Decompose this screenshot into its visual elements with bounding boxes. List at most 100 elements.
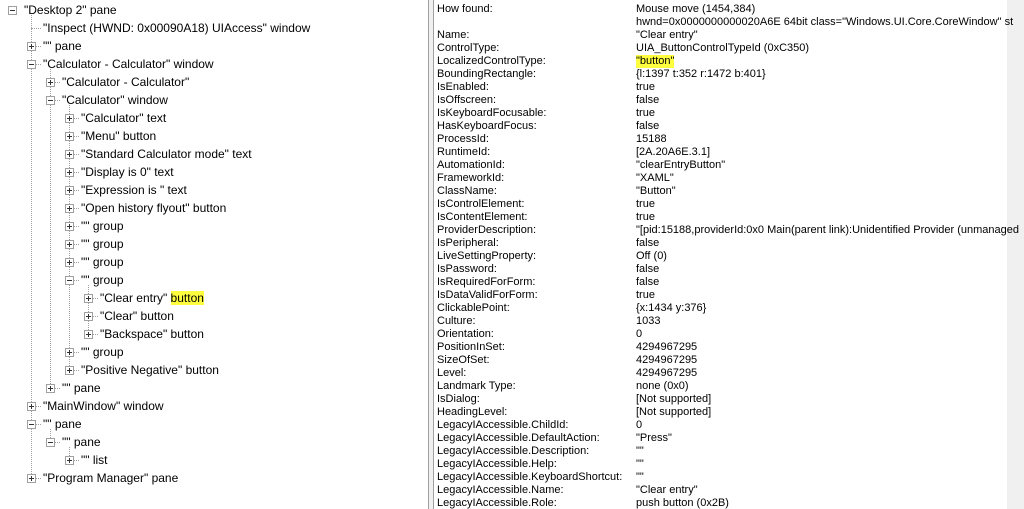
property-row[interactable]: IsControlElement: true bbox=[437, 198, 1007, 211]
property-row[interactable]: ClickablePoint: {x:1434 y:376} bbox=[437, 302, 1007, 315]
expand-icon[interactable] bbox=[27, 42, 36, 51]
tree-node[interactable]: "" group bbox=[0, 217, 428, 235]
collapse-icon[interactable] bbox=[46, 96, 55, 105]
tree-node[interactable]: "Calculator - Calculator" window bbox=[0, 55, 428, 73]
tree-node[interactable]: "Clear" button bbox=[0, 307, 428, 325]
property-row[interactable]: IsPassword: false bbox=[437, 263, 1007, 276]
tree-node[interactable]: "Clear entry" button bbox=[0, 289, 428, 307]
tree-node[interactable]: "" group bbox=[0, 343, 428, 361]
property-row[interactable]: RuntimeId: [2A.20A6E.3.1] bbox=[437, 146, 1007, 159]
tree-node[interactable]: "Backspace" button bbox=[0, 325, 428, 343]
expand-icon[interactable] bbox=[65, 456, 74, 465]
property-row[interactable]: ProcessId: 15188 bbox=[437, 133, 1007, 146]
property-row[interactable]: LocalizedControlType: "button" bbox=[437, 55, 1007, 68]
expand-icon[interactable] bbox=[84, 330, 93, 339]
collapse-icon[interactable] bbox=[27, 60, 36, 69]
tree-node[interactable]: "Positive Negative" button bbox=[0, 361, 428, 379]
properties-panel[interactable]: How found: Mouse move (1454,384) hwnd=0x00… bbox=[434, 0, 1024, 509]
expand-icon[interactable] bbox=[84, 312, 93, 321]
tree-node-label: "Clear entry" button bbox=[100, 291, 204, 305]
property-row[interactable]: LiveSettingProperty: Off (0) bbox=[437, 250, 1007, 263]
tree-node[interactable]: "Calculator" window bbox=[0, 91, 428, 109]
property-row[interactable]: HeadingLevel: [Not supported] bbox=[437, 406, 1007, 419]
property-row[interactable]: IsOffscreen: false bbox=[437, 94, 1007, 107]
expand-icon[interactable] bbox=[65, 168, 74, 177]
property-row[interactable]: IsDataValidForForm: true bbox=[437, 289, 1007, 302]
vertical-scrollbar[interactable] bbox=[1007, 0, 1024, 509]
tree-node[interactable]: "" pane bbox=[0, 415, 428, 433]
tree-node[interactable]: "Program Manager" pane bbox=[0, 469, 428, 487]
expand-icon[interactable] bbox=[65, 258, 74, 267]
expand-icon[interactable] bbox=[65, 114, 74, 123]
tree-node[interactable]: "Expression is " text bbox=[0, 181, 428, 199]
tree-node[interactable]: "Inspect (HWND: 0x00090A18) UIAccess" wi… bbox=[0, 19, 428, 37]
collapse-icon[interactable] bbox=[46, 438, 55, 447]
property-row[interactable]: LegacyIAccessible.ChildId: 0 bbox=[437, 419, 1007, 432]
property-row[interactable]: AutomationId: "clearEntryButton" bbox=[437, 159, 1007, 172]
expand-icon[interactable] bbox=[65, 222, 74, 231]
property-row[interactable]: SizeOfSet: 4294967295 bbox=[437, 354, 1007, 367]
tree-node[interactable]: "" pane bbox=[0, 379, 428, 397]
property-row[interactable]: LegacyIAccessible.DefaultAction: "Press" bbox=[437, 432, 1007, 445]
property-row[interactable]: IsPeripheral: false bbox=[437, 237, 1007, 250]
property-row[interactable]: IsDialog: [Not supported] bbox=[437, 393, 1007, 406]
property-row[interactable]: IsKeyboardFocusable: true bbox=[437, 107, 1007, 120]
expand-icon[interactable] bbox=[65, 366, 74, 375]
tree-node[interactable]: "Menu" button bbox=[0, 127, 428, 145]
property-row[interactable]: LegacyIAccessible.Help: "" bbox=[437, 458, 1007, 471]
property-row[interactable]: ClassName: "Button" bbox=[437, 185, 1007, 198]
expand-icon[interactable] bbox=[84, 294, 93, 303]
tree-node-label: "Calculator - Calculator" window bbox=[43, 57, 214, 71]
element-tree-panel[interactable]: "Desktop 2" pane "Inspect (HWND: 0x00090A… bbox=[0, 0, 429, 509]
property-row[interactable]: Culture: 1033 bbox=[437, 315, 1007, 328]
property-row[interactable]: IsEnabled: true bbox=[437, 81, 1007, 94]
tree-node[interactable]: "" list bbox=[0, 451, 428, 469]
expand-icon[interactable] bbox=[65, 132, 74, 141]
expand-icon[interactable] bbox=[46, 78, 55, 87]
tree-node[interactable]: "" group bbox=[0, 235, 428, 253]
expand-icon[interactable] bbox=[27, 474, 36, 483]
property-row[interactable]: PositionInSet: 4294967295 bbox=[437, 341, 1007, 354]
tree-node[interactable]: "Desktop 2" pane bbox=[0, 1, 428, 19]
expand-icon[interactable] bbox=[27, 402, 36, 411]
collapse-icon[interactable] bbox=[27, 420, 36, 429]
tree-node[interactable]: "" pane bbox=[0, 37, 428, 55]
property-row[interactable]: IsContentElement: true bbox=[437, 211, 1007, 224]
property-name: FrameworkId: bbox=[437, 172, 505, 184]
collapse-icon[interactable] bbox=[8, 6, 17, 15]
property-row[interactable]: LegacyIAccessible.Role: push button (0x2B… bbox=[437, 497, 1007, 509]
property-row[interactable]: FrameworkId: "XAML" bbox=[437, 172, 1007, 185]
property-row[interactable]: LegacyIAccessible.Name: "Clear entry" bbox=[437, 484, 1007, 497]
property-row[interactable]: Name: "Clear entry" bbox=[437, 29, 1007, 42]
property-value: 0 bbox=[636, 328, 643, 340]
tree-node[interactable]: "" group bbox=[0, 253, 428, 271]
property-row[interactable]: LegacyIAccessible.Description: "" bbox=[437, 445, 1007, 458]
tree-node[interactable]: "Calculator" text bbox=[0, 109, 428, 127]
property-row[interactable]: Orientation: 0 bbox=[437, 328, 1007, 341]
property-row[interactable]: HasKeyboardFocus: false bbox=[437, 120, 1007, 133]
expand-icon[interactable] bbox=[65, 204, 74, 213]
collapse-icon[interactable] bbox=[65, 276, 74, 285]
property-value: Off (0) bbox=[636, 250, 667, 262]
property-row[interactable]: hwnd=0x0000000000020A6E 64bit class="Win… bbox=[437, 16, 1013, 29]
tree-node[interactable]: "Calculator - Calculator" bbox=[0, 73, 428, 91]
tree-node[interactable]: "MainWindow" window bbox=[0, 397, 428, 415]
property-row[interactable]: Level: 4294967295 bbox=[437, 367, 1007, 380]
expand-icon[interactable] bbox=[65, 186, 74, 195]
expand-icon[interactable] bbox=[65, 150, 74, 159]
property-row[interactable]: How found: Mouse move (1454,384) bbox=[437, 3, 1007, 16]
tree-node[interactable]: "" pane bbox=[0, 433, 428, 451]
tree-node[interactable]: "Display is 0" text bbox=[0, 163, 428, 181]
property-row[interactable]: LegacyIAccessible.KeyboardShortcut: "" bbox=[437, 471, 1007, 484]
property-row[interactable]: Landmark Type: none (0x0) bbox=[437, 380, 1007, 393]
property-row[interactable]: ControlType: UIA_ButtonControlTypeId (0xC… bbox=[437, 42, 1007, 55]
property-row[interactable]: BoundingRectangle: {l:1397 t:352 r:1472 b… bbox=[437, 68, 1007, 81]
property-row[interactable]: ProviderDescription: "[pid:15188,provider… bbox=[437, 224, 1019, 237]
expand-icon[interactable] bbox=[65, 348, 74, 357]
expand-icon[interactable] bbox=[46, 384, 55, 393]
tree-node[interactable]: "Standard Calculator mode" text bbox=[0, 145, 428, 163]
tree-node[interactable]: "Open history flyout" button bbox=[0, 199, 428, 217]
expand-icon[interactable] bbox=[65, 240, 74, 249]
property-row[interactable]: IsRequiredForForm: false bbox=[437, 276, 1007, 289]
tree-node[interactable]: "" group bbox=[0, 271, 428, 289]
